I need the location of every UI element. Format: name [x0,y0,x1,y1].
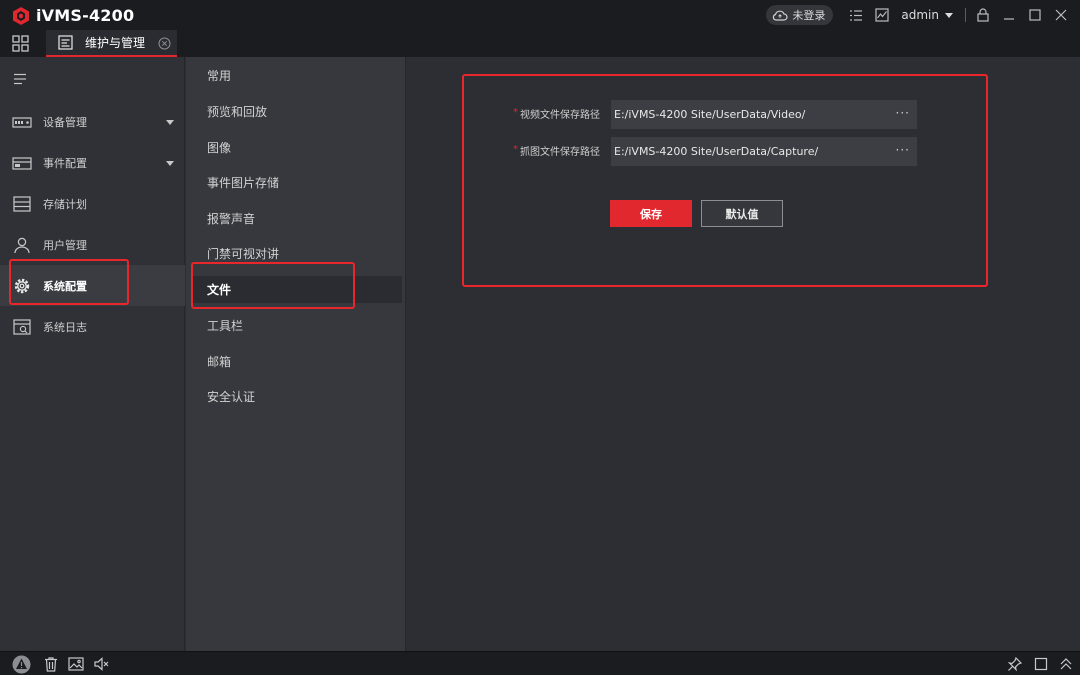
gear-icon [14,278,30,294]
monitor-icon [875,8,889,22]
video-path-label: 视频文件保存路径 [520,110,600,121]
sidebar-item-label: 用户管理 [43,239,87,252]
submenu-item-label: 常用 [207,69,232,83]
sidebar-item-label: 存储计划 [43,198,87,211]
submenu-item-label: 工具栏 [207,319,244,333]
sidebar-item-system-log[interactable]: 系统日志 [0,306,185,347]
collapse-up-icon[interactable] [1058,656,1074,672]
video-path-browse-button[interactable]: ··· [896,106,910,120]
title-bar: iVMS-4200 未登录 admin [0,0,1080,30]
sidebar: 设备管理 事件配置 存储计划 用户管理 系统配置 系统日志 [0,57,185,651]
app-title: iVMS-4200 [36,6,135,25]
submenu-item-label: 安全认证 [207,390,256,404]
settings-submenu: 常用 预览和回放 图像 事件图片存储 报警声音 门禁可视对讲 文件 工具栏 邮箱… [186,57,406,651]
cloud-status-label: 未登录 [792,9,826,22]
event-icon [12,157,32,170]
user-menu[interactable]: admin [901,8,953,22]
maximize-button[interactable] [1022,0,1048,30]
pin-icon[interactable] [1007,656,1023,672]
hikvision-logo-icon [13,7,29,25]
submenu-item-label: 事件图片存储 [207,176,280,190]
warning-icon[interactable] [12,655,31,674]
required-marker: * [513,107,518,118]
file-settings-panel: * 视频文件保存路径 E:/iVMS-4200 Site/UserData/Vi… [407,57,1080,651]
cloud-icon [773,10,788,21]
save-button[interactable]: 保存 [610,200,692,227]
chevron-down-icon[interactable] [166,161,174,166]
divider [965,8,966,22]
device-icon [12,117,32,128]
submenu-item-general[interactable]: 常用 [192,62,402,89]
submenu-item-label: 图像 [207,141,232,155]
submenu-item-label: 报警声音 [207,212,256,226]
sidebar-item-event-config[interactable]: 事件配置 [0,142,185,183]
submenu-item-label: 文件 [207,283,232,297]
sidebar-item-label: 设备管理 [43,116,87,129]
tab-label: 维护与管理 [85,36,146,50]
storage-icon [13,196,31,212]
sidebar-item-system-config[interactable]: 系统配置 [0,265,185,306]
submenu-item-preview-playback[interactable]: 预览和回放 [192,98,402,125]
submenu-item-access-intercom[interactable]: 门禁可视对讲 [192,240,402,267]
system-monitor-button[interactable] [869,0,895,30]
submenu-item-alarm-sound[interactable]: 报警声音 [192,205,402,232]
minimize-button[interactable] [996,0,1022,30]
submenu-item-file[interactable]: 文件 [192,276,402,303]
trash-icon[interactable] [43,656,59,672]
capture-path-label: 抓图文件保存路径 [520,147,600,158]
sidebar-item-device-management[interactable]: 设备管理 [0,101,185,142]
tab-close-icon[interactable] [158,37,171,50]
video-path-row: * 视频文件保存路径 E:/iVMS-4200 Site/UserData/Vi… [504,100,924,129]
maximize-icon [1029,9,1041,21]
capture-path-value: E:/iVMS-4200 Site/UserData/Capture/ [614,145,819,158]
close-button[interactable] [1048,0,1074,30]
submenu-item-event-picture-storage[interactable]: 事件图片存储 [192,169,402,196]
submenu-item-label: 邮箱 [207,355,232,369]
user-dropdown-icon [945,12,953,18]
username-label: admin [901,8,939,22]
sidebar-item-label: 系统日志 [43,321,87,334]
window-icon[interactable] [1033,656,1049,672]
restore-default-button[interactable]: 默认值 [701,200,783,227]
tab-bar: 维护与管理 [0,30,1080,57]
mute-icon[interactable] [93,656,109,672]
sidebar-item-storage-schedule[interactable]: 存储计划 [0,183,185,224]
image-icon[interactable] [68,656,84,672]
tab-maintenance[interactable]: 维护与管理 [46,30,177,57]
close-icon [1055,9,1067,21]
grid-menu-icon[interactable] [12,35,29,52]
user-icon [14,237,30,254]
chevron-down-icon[interactable] [166,120,174,125]
capture-path-field[interactable]: E:/iVMS-4200 Site/UserData/Capture/ ··· [611,137,917,166]
video-path-field[interactable]: E:/iVMS-4200 Site/UserData/Video/ ··· [611,100,917,129]
submenu-item-email[interactable]: 邮箱 [192,348,402,375]
maintenance-icon [58,35,73,50]
submenu-item-toolbar[interactable]: 工具栏 [192,312,402,339]
submenu-item-label: 门禁可视对讲 [207,247,280,261]
sidebar-item-label: 系统配置 [43,280,87,293]
capture-path-row: * 抓图文件保存路径 E:/iVMS-4200 Site/UserData/Ca… [504,137,924,166]
submenu-item-security-auth[interactable]: 安全认证 [192,383,402,410]
log-icon [13,319,31,335]
cloud-login-button[interactable]: 未登录 [766,5,834,25]
status-bar [0,651,1080,675]
submenu-item-image[interactable]: 图像 [192,134,402,161]
lock-button[interactable] [970,0,996,30]
submenu-item-label: 预览和回放 [207,105,268,119]
list-icon [850,9,863,21]
sidebar-item-user-management[interactable]: 用户管理 [0,224,185,265]
required-marker: * [513,144,518,155]
minimize-icon [1004,18,1014,20]
hamburger-menu-icon[interactable] [13,73,29,85]
video-path-value: E:/iVMS-4200 Site/UserData/Video/ [614,108,806,121]
task-list-button[interactable] [843,0,869,30]
sidebar-item-label: 事件配置 [43,157,87,170]
lock-icon [977,8,989,22]
capture-path-browse-button[interactable]: ··· [896,143,910,157]
